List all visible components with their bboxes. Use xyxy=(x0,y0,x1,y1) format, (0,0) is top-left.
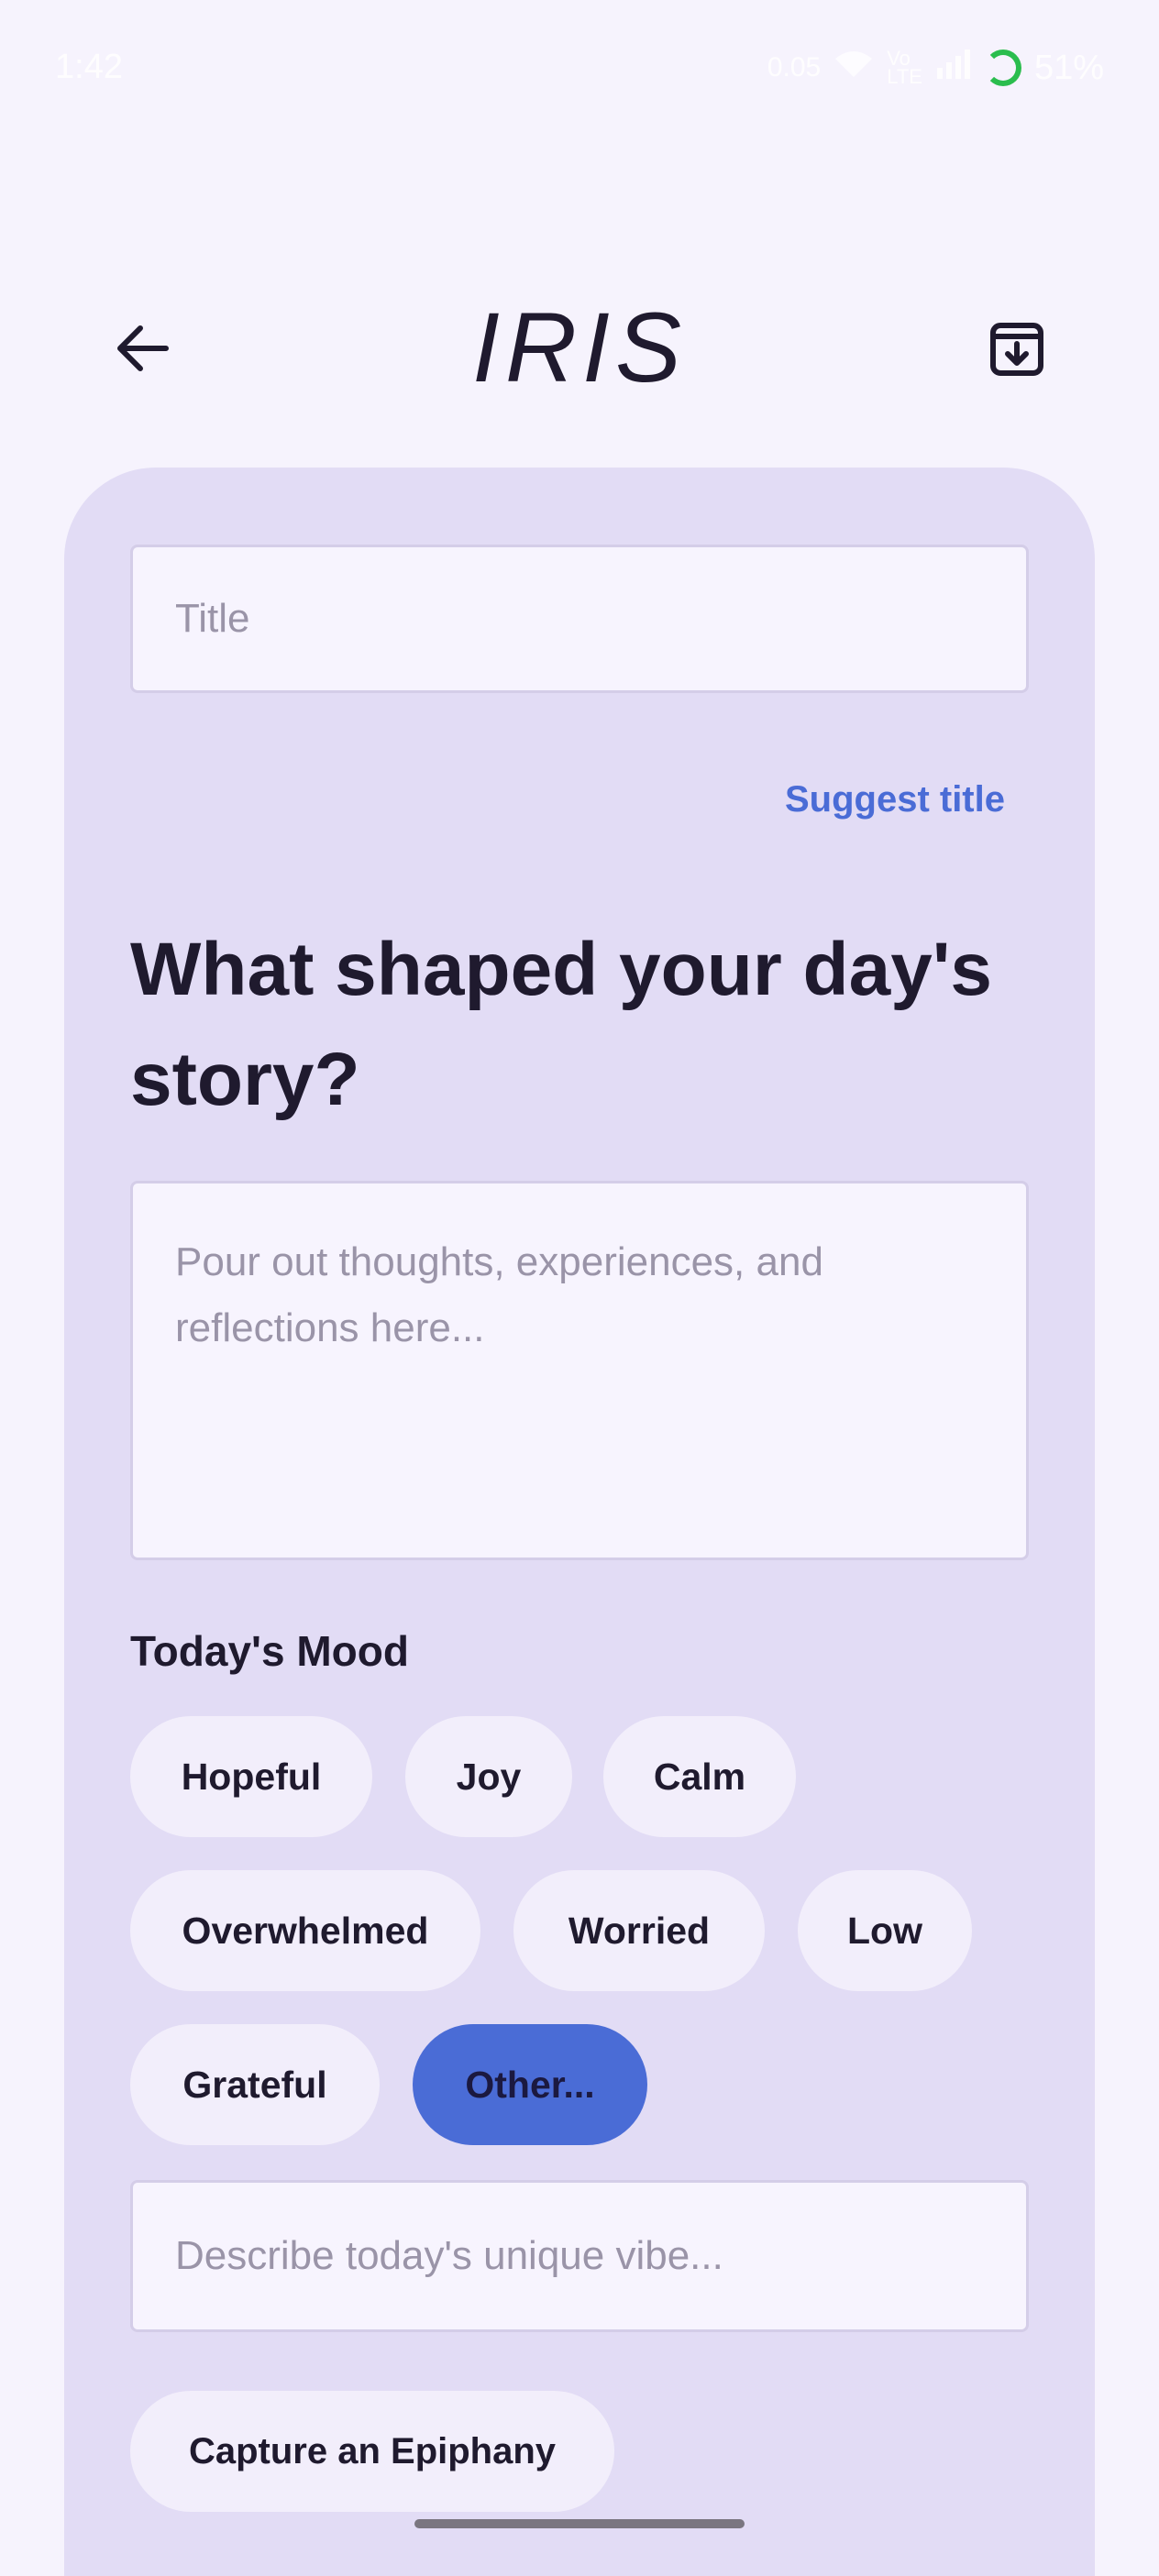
net-speed: 0.05 xyxy=(767,52,822,83)
journal-entry-input[interactable]: Pour out thoughts, experiences, and refl… xyxy=(130,1181,1029,1560)
status-time: 1:42 xyxy=(55,48,123,86)
mood-chip-other[interactable]: Other... xyxy=(413,2024,647,2145)
app-bar: IRIS xyxy=(0,275,1159,422)
mood-chip-low[interactable]: Low xyxy=(798,1870,972,1991)
vibe-input[interactable]: Describe today's unique vibe... xyxy=(130,2180,1029,2332)
mood-chip-grateful[interactable]: Grateful xyxy=(130,2024,380,2145)
vibe-placeholder: Describe today's unique vibe... xyxy=(175,2233,723,2278)
home-indicator[interactable] xyxy=(414,2519,745,2528)
mood-chip-calm[interactable]: Calm xyxy=(603,1716,796,1837)
archive-download-icon xyxy=(990,323,1043,376)
volte-icon: Vo LTE xyxy=(887,47,922,88)
title-placeholder: Title xyxy=(175,596,250,641)
mood-chip-worried[interactable]: Worried xyxy=(513,1870,765,1991)
signal-icon xyxy=(935,48,972,88)
mood-chip-joy[interactable]: Joy xyxy=(405,1716,572,1837)
mood-chip-overwhelmed[interactable]: Overwhelmed xyxy=(130,1870,480,1991)
status-bar: 1:42 0.05 Vo LTE 51% xyxy=(0,0,1159,138)
title-input[interactable]: Title xyxy=(130,545,1029,693)
archive-button[interactable] xyxy=(976,314,1058,383)
battery-percent: 51% xyxy=(1033,48,1104,87)
prompt-heading: What shaped your day's story? xyxy=(130,928,992,1121)
capture-epiphany-button[interactable]: Capture an Epiphany xyxy=(130,2391,614,2512)
battery-icon xyxy=(984,50,1021,86)
entry-placeholder: Pour out thoughts, experiences, and refl… xyxy=(175,1239,823,1350)
journal-entry-card: Title Suggest title What shaped your day… xyxy=(64,468,1095,2576)
wifi-icon xyxy=(833,48,874,88)
mood-section-label: Today's Mood xyxy=(130,1627,409,1675)
status-icons: 0.05 Vo LTE 51% xyxy=(767,48,1104,88)
mood-chip-hopeful[interactable]: Hopeful xyxy=(130,1716,372,1837)
suggest-title-button[interactable]: Suggest title xyxy=(785,779,1005,820)
